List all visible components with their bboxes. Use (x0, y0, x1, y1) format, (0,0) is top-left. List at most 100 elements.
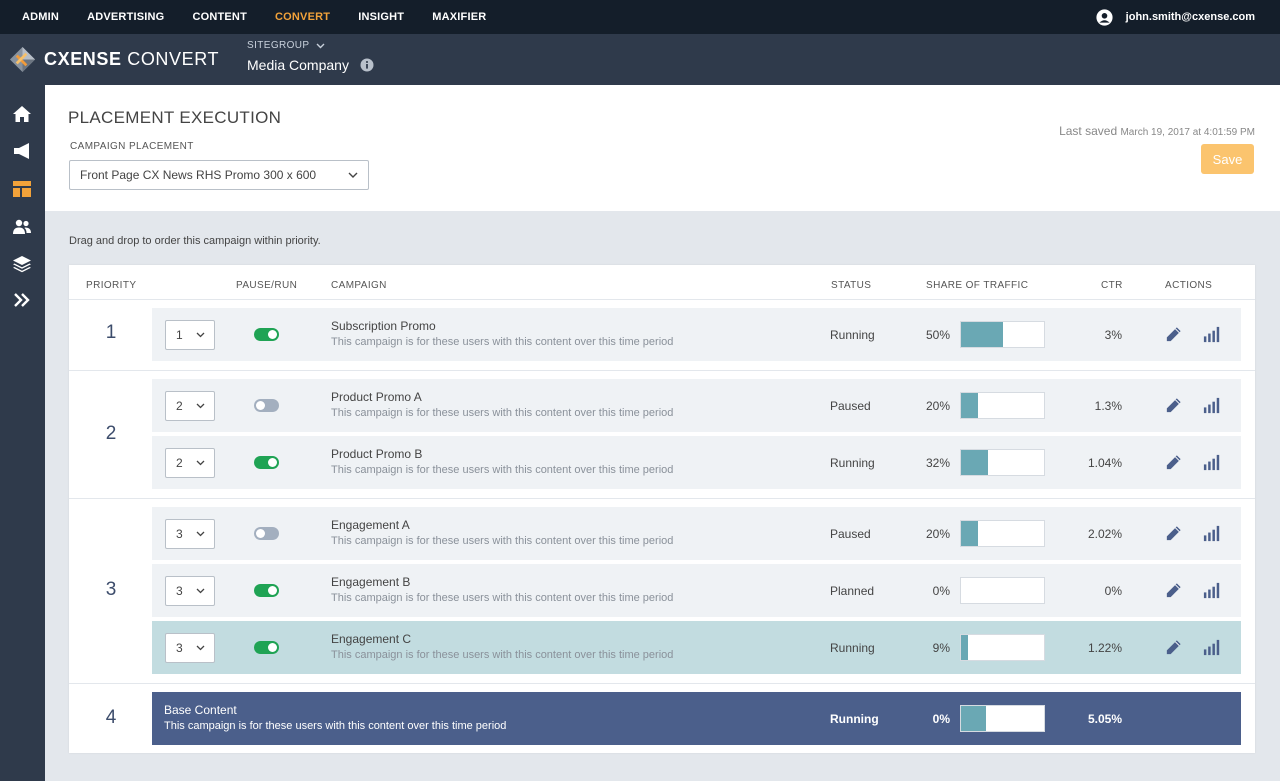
column-header-status: STATUS (831, 280, 872, 291)
campaign-name[interactable]: Product Promo B (331, 447, 422, 461)
nav-item-content[interactable]: CONTENT (192, 11, 247, 23)
chevron-down-icon (196, 588, 205, 594)
table-row[interactable]: 3 Engagement A This campaign is for thes… (152, 507, 1241, 560)
expand-sidebar-icon[interactable] (12, 290, 32, 310)
edit-pencil-icon[interactable] (1164, 524, 1183, 543)
brand-name: CXENSE CONVERT (44, 49, 220, 69)
bar-chart-stats-icon[interactable] (1202, 581, 1221, 600)
nav-item-convert[interactable]: CONVERT (275, 11, 330, 23)
campaign-name[interactable]: Engagement B (331, 575, 410, 589)
chevron-down-icon (196, 531, 205, 537)
layout-icon[interactable] (12, 179, 32, 199)
share-bar-fill (961, 450, 988, 475)
bar-chart-stats-icon[interactable] (1202, 325, 1221, 344)
user-avatar-icon (1096, 8, 1113, 26)
status-text: Running (830, 456, 875, 470)
base-content-row[interactable]: Base Content This campaign is for these … (152, 692, 1241, 745)
priority-select-value: 3 (176, 584, 183, 598)
priority-select[interactable]: 3 (165, 519, 215, 549)
share-percentage: 32% (925, 456, 950, 470)
priority-number: 1 (105, 322, 117, 343)
user-email: john.smith@cxense.com (1125, 11, 1255, 23)
status-text: Running (830, 641, 875, 655)
last-saved: Last saved March 19, 2017 at 4:01:59 PM (1059, 124, 1255, 138)
nav-item-insight[interactable]: INSIGHT (358, 11, 404, 23)
edit-pencil-icon[interactable] (1164, 325, 1183, 344)
priority-group-3: 3 3 Engagement A This campaign is for th… (69, 499, 1255, 684)
campaign-name: Base Content (164, 703, 237, 717)
share-percentage: 0% (932, 584, 950, 598)
header-panel: PLACEMENT EXECUTION CAMPAIGN PLACEMENT F… (45, 85, 1280, 211)
share-bar (960, 520, 1045, 547)
pause-run-toggle[interactable] (254, 527, 279, 540)
edit-pencil-icon[interactable] (1164, 638, 1183, 657)
top-navigation: ADMIN ADVERTISING CONTENT CONVERT INSIGH… (0, 0, 1280, 34)
bar-chart-stats-icon[interactable] (1202, 396, 1221, 415)
campaign-placement-select[interactable]: Front Page CX News RHS Promo 300 x 600 (69, 160, 369, 190)
share-percentage: 20% (925, 399, 950, 413)
pause-run-toggle[interactable] (254, 456, 279, 469)
campaign-name[interactable]: Engagement C (331, 632, 411, 646)
users-icon[interactable] (12, 217, 32, 237)
brand[interactable]: CXENSE CONVERT (9, 46, 219, 73)
priority-select[interactable]: 2 (165, 448, 215, 478)
edit-pencil-icon[interactable] (1164, 396, 1183, 415)
table-row[interactable]: 3 Engagement C This campaign is for thes… (152, 621, 1241, 674)
nav-item-maxifier[interactable]: MAXIFIER (432, 11, 486, 23)
nav-item-advertising[interactable]: ADVERTISING (87, 11, 164, 23)
priority-select[interactable]: 2 (165, 391, 215, 421)
share-percentage: 9% (932, 641, 950, 655)
campaign-name[interactable]: Engagement A (331, 518, 410, 532)
ctr-value: 2.02% (1087, 527, 1122, 541)
column-header-ctr: CTR (1101, 280, 1123, 291)
ctr-value: 5.05% (1087, 712, 1122, 726)
edit-pencil-icon[interactable] (1164, 581, 1183, 600)
megaphone-icon[interactable] (12, 141, 32, 161)
ctr-value: 1.22% (1087, 641, 1122, 655)
priority-select[interactable]: 3 (165, 576, 215, 606)
bar-chart-stats-icon[interactable] (1202, 453, 1221, 472)
status-text: Running (830, 712, 879, 726)
pause-run-toggle[interactable] (254, 584, 279, 597)
column-header-pause-run: PAUSE/RUN (236, 280, 298, 291)
campaign-description: This campaign is for these users with th… (331, 535, 674, 547)
column-header-actions: ACTIONS (1165, 280, 1213, 291)
info-icon[interactable] (360, 58, 374, 72)
edit-pencil-icon[interactable] (1164, 453, 1183, 472)
bar-chart-stats-icon[interactable] (1202, 638, 1221, 657)
column-header-priority: PRIORITY (86, 280, 137, 291)
column-header-campaign: CAMPAIGN (331, 280, 387, 291)
toggle-knob (268, 330, 277, 339)
priority-select-value: 2 (176, 456, 183, 470)
save-button[interactable]: Save (1201, 144, 1254, 174)
layers-icon[interactable] (12, 254, 32, 274)
campaign-description: This campaign is for these users with th… (331, 464, 674, 476)
share-bar (960, 449, 1045, 476)
bar-chart-stats-icon[interactable] (1202, 524, 1221, 543)
share-percentage: 0% (932, 712, 950, 726)
home-icon[interactable] (12, 104, 32, 124)
campaign-description: This campaign is for these users with th… (331, 407, 674, 419)
chevron-down-icon (348, 172, 358, 178)
campaign-name[interactable]: Subscription Promo (331, 319, 436, 333)
table-row[interactable]: 3 Engagement B This campaign is for thes… (152, 564, 1241, 617)
priority-group-1: 1 1 Subscription Promo This campaign is … (69, 300, 1255, 371)
priority-select[interactable]: 3 (165, 633, 215, 663)
table-row[interactable]: 1 Subscription Promo This campaign is fo… (152, 308, 1241, 361)
sitegroup-selector[interactable]: SITEGROUP Media Company (247, 40, 374, 73)
pause-run-toggle[interactable] (254, 399, 279, 412)
nav-item-admin[interactable]: ADMIN (22, 11, 59, 23)
sidebar (0, 85, 45, 781)
pause-run-toggle[interactable] (254, 641, 279, 654)
campaign-name[interactable]: Product Promo A (331, 390, 422, 404)
sitegroup-value: Media Company (247, 57, 349, 73)
table-row[interactable]: 2 Product Promo B This campaign is for t… (152, 436, 1241, 489)
user-menu[interactable]: john.smith@cxense.com (1096, 0, 1255, 34)
priority-select[interactable]: 1 (165, 320, 215, 350)
share-bar-fill (961, 393, 978, 418)
column-header-share-of-traffic: SHARE OF TRAFFIC (926, 280, 1029, 291)
sitegroup-label[interactable]: SITEGROUP (247, 40, 374, 51)
share-percentage: 20% (925, 527, 950, 541)
table-row[interactable]: 2 Product Promo A This campaign is for t… (152, 379, 1241, 432)
pause-run-toggle[interactable] (254, 328, 279, 341)
